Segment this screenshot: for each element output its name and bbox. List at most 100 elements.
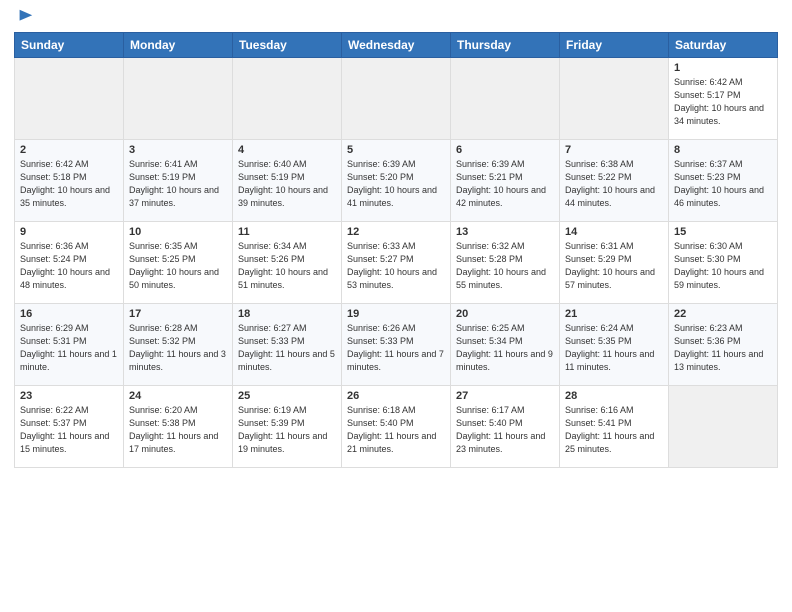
weekday-header-row: SundayMondayTuesdayWednesdayThursdayFrid… xyxy=(15,33,778,58)
day-info: Sunrise: 6:29 AMSunset: 5:31 PMDaylight:… xyxy=(20,322,118,374)
day-info: Sunrise: 6:32 AMSunset: 5:28 PMDaylight:… xyxy=(456,240,554,292)
day-cell: 6 Sunrise: 6:39 AMSunset: 5:21 PMDayligh… xyxy=(451,140,560,222)
day-info: Sunrise: 6:25 AMSunset: 5:34 PMDaylight:… xyxy=(456,322,554,374)
day-cell: 15 Sunrise: 6:30 AMSunset: 5:30 PMDaylig… xyxy=(669,222,778,304)
week-row-1: 1 Sunrise: 6:42 AMSunset: 5:17 PMDayligh… xyxy=(15,58,778,140)
day-info: Sunrise: 6:19 AMSunset: 5:39 PMDaylight:… xyxy=(238,404,336,456)
day-number: 3 xyxy=(129,144,227,156)
day-info: Sunrise: 6:39 AMSunset: 5:21 PMDaylight:… xyxy=(456,158,554,210)
day-number: 10 xyxy=(129,226,227,238)
day-number: 5 xyxy=(347,144,445,156)
day-info: Sunrise: 6:40 AMSunset: 5:19 PMDaylight:… xyxy=(238,158,336,210)
day-number: 9 xyxy=(20,226,118,238)
day-cell: 5 Sunrise: 6:39 AMSunset: 5:20 PMDayligh… xyxy=(342,140,451,222)
day-number: 24 xyxy=(129,390,227,402)
day-cell xyxy=(342,58,451,140)
day-cell: 21 Sunrise: 6:24 AMSunset: 5:35 PMDaylig… xyxy=(560,304,669,386)
day-cell: 27 Sunrise: 6:17 AMSunset: 5:40 PMDaylig… xyxy=(451,386,560,468)
day-number: 25 xyxy=(238,390,336,402)
day-number: 23 xyxy=(20,390,118,402)
day-cell: 13 Sunrise: 6:32 AMSunset: 5:28 PMDaylig… xyxy=(451,222,560,304)
day-cell: 24 Sunrise: 6:20 AMSunset: 5:38 PMDaylig… xyxy=(124,386,233,468)
day-cell: 8 Sunrise: 6:37 AMSunset: 5:23 PMDayligh… xyxy=(669,140,778,222)
day-info: Sunrise: 6:30 AMSunset: 5:30 PMDaylight:… xyxy=(674,240,772,292)
day-number: 28 xyxy=(565,390,663,402)
day-info: Sunrise: 6:16 AMSunset: 5:41 PMDaylight:… xyxy=(565,404,663,456)
day-cell: 22 Sunrise: 6:23 AMSunset: 5:36 PMDaylig… xyxy=(669,304,778,386)
day-cell: 19 Sunrise: 6:26 AMSunset: 5:33 PMDaylig… xyxy=(342,304,451,386)
day-info: Sunrise: 6:34 AMSunset: 5:26 PMDaylight:… xyxy=(238,240,336,292)
day-number: 17 xyxy=(129,308,227,320)
day-number: 15 xyxy=(674,226,772,238)
week-row-5: 23 Sunrise: 6:22 AMSunset: 5:37 PMDaylig… xyxy=(15,386,778,468)
weekday-saturday: Saturday xyxy=(669,33,778,58)
day-cell xyxy=(15,58,124,140)
day-info: Sunrise: 6:31 AMSunset: 5:29 PMDaylight:… xyxy=(565,240,663,292)
day-info: Sunrise: 6:38 AMSunset: 5:22 PMDaylight:… xyxy=(565,158,663,210)
weekday-monday: Monday xyxy=(124,33,233,58)
day-number: 26 xyxy=(347,390,445,402)
week-row-3: 9 Sunrise: 6:36 AMSunset: 5:24 PMDayligh… xyxy=(15,222,778,304)
day-number: 11 xyxy=(238,226,336,238)
weekday-friday: Friday xyxy=(560,33,669,58)
day-info: Sunrise: 6:42 AMSunset: 5:18 PMDaylight:… xyxy=(20,158,118,210)
day-info: Sunrise: 6:37 AMSunset: 5:23 PMDaylight:… xyxy=(674,158,772,210)
day-cell: 25 Sunrise: 6:19 AMSunset: 5:39 PMDaylig… xyxy=(233,386,342,468)
day-cell xyxy=(451,58,560,140)
day-number: 22 xyxy=(674,308,772,320)
day-number: 6 xyxy=(456,144,554,156)
day-cell: 7 Sunrise: 6:38 AMSunset: 5:22 PMDayligh… xyxy=(560,140,669,222)
day-cell: 1 Sunrise: 6:42 AMSunset: 5:17 PMDayligh… xyxy=(669,58,778,140)
day-cell: 3 Sunrise: 6:41 AMSunset: 5:19 PMDayligh… xyxy=(124,140,233,222)
week-row-4: 16 Sunrise: 6:29 AMSunset: 5:31 PMDaylig… xyxy=(15,304,778,386)
day-cell: 2 Sunrise: 6:42 AMSunset: 5:18 PMDayligh… xyxy=(15,140,124,222)
day-cell xyxy=(560,58,669,140)
day-info: Sunrise: 6:23 AMSunset: 5:36 PMDaylight:… xyxy=(674,322,772,374)
day-number: 4 xyxy=(238,144,336,156)
day-info: Sunrise: 6:17 AMSunset: 5:40 PMDaylight:… xyxy=(456,404,554,456)
logo-flag-icon xyxy=(16,8,34,26)
day-cell: 28 Sunrise: 6:16 AMSunset: 5:41 PMDaylig… xyxy=(560,386,669,468)
day-number: 21 xyxy=(565,308,663,320)
day-number: 8 xyxy=(674,144,772,156)
day-number: 18 xyxy=(238,308,336,320)
day-number: 19 xyxy=(347,308,445,320)
day-number: 16 xyxy=(20,308,118,320)
day-cell: 4 Sunrise: 6:40 AMSunset: 5:19 PMDayligh… xyxy=(233,140,342,222)
day-number: 14 xyxy=(565,226,663,238)
day-number: 1 xyxy=(674,62,772,74)
day-cell: 23 Sunrise: 6:22 AMSunset: 5:37 PMDaylig… xyxy=(15,386,124,468)
day-info: Sunrise: 6:36 AMSunset: 5:24 PMDaylight:… xyxy=(20,240,118,292)
weekday-tuesday: Tuesday xyxy=(233,33,342,58)
day-info: Sunrise: 6:33 AMSunset: 5:27 PMDaylight:… xyxy=(347,240,445,292)
day-cell: 26 Sunrise: 6:18 AMSunset: 5:40 PMDaylig… xyxy=(342,386,451,468)
calendar-wrapper: SundayMondayTuesdayWednesdayThursdayFrid… xyxy=(0,0,792,612)
weekday-thursday: Thursday xyxy=(451,33,560,58)
day-number: 27 xyxy=(456,390,554,402)
day-info: Sunrise: 6:22 AMSunset: 5:37 PMDaylight:… xyxy=(20,404,118,456)
day-cell: 12 Sunrise: 6:33 AMSunset: 5:27 PMDaylig… xyxy=(342,222,451,304)
day-cell: 16 Sunrise: 6:29 AMSunset: 5:31 PMDaylig… xyxy=(15,304,124,386)
calendar-table: SundayMondayTuesdayWednesdayThursdayFrid… xyxy=(14,32,778,468)
day-info: Sunrise: 6:20 AMSunset: 5:38 PMDaylight:… xyxy=(129,404,227,456)
week-row-2: 2 Sunrise: 6:42 AMSunset: 5:18 PMDayligh… xyxy=(15,140,778,222)
day-cell: 18 Sunrise: 6:27 AMSunset: 5:33 PMDaylig… xyxy=(233,304,342,386)
day-info: Sunrise: 6:18 AMSunset: 5:40 PMDaylight:… xyxy=(347,404,445,456)
day-number: 12 xyxy=(347,226,445,238)
day-info: Sunrise: 6:35 AMSunset: 5:25 PMDaylight:… xyxy=(129,240,227,292)
day-info: Sunrise: 6:42 AMSunset: 5:17 PMDaylight:… xyxy=(674,76,772,128)
day-cell xyxy=(669,386,778,468)
weekday-wednesday: Wednesday xyxy=(342,33,451,58)
header xyxy=(14,10,778,26)
day-info: Sunrise: 6:41 AMSunset: 5:19 PMDaylight:… xyxy=(129,158,227,210)
day-cell: 9 Sunrise: 6:36 AMSunset: 5:24 PMDayligh… xyxy=(15,222,124,304)
day-cell xyxy=(233,58,342,140)
day-cell: 17 Sunrise: 6:28 AMSunset: 5:32 PMDaylig… xyxy=(124,304,233,386)
day-number: 13 xyxy=(456,226,554,238)
day-number: 2 xyxy=(20,144,118,156)
day-number: 20 xyxy=(456,308,554,320)
day-cell: 11 Sunrise: 6:34 AMSunset: 5:26 PMDaylig… xyxy=(233,222,342,304)
day-info: Sunrise: 6:27 AMSunset: 5:33 PMDaylight:… xyxy=(238,322,336,374)
day-cell xyxy=(124,58,233,140)
day-info: Sunrise: 6:28 AMSunset: 5:32 PMDaylight:… xyxy=(129,322,227,374)
